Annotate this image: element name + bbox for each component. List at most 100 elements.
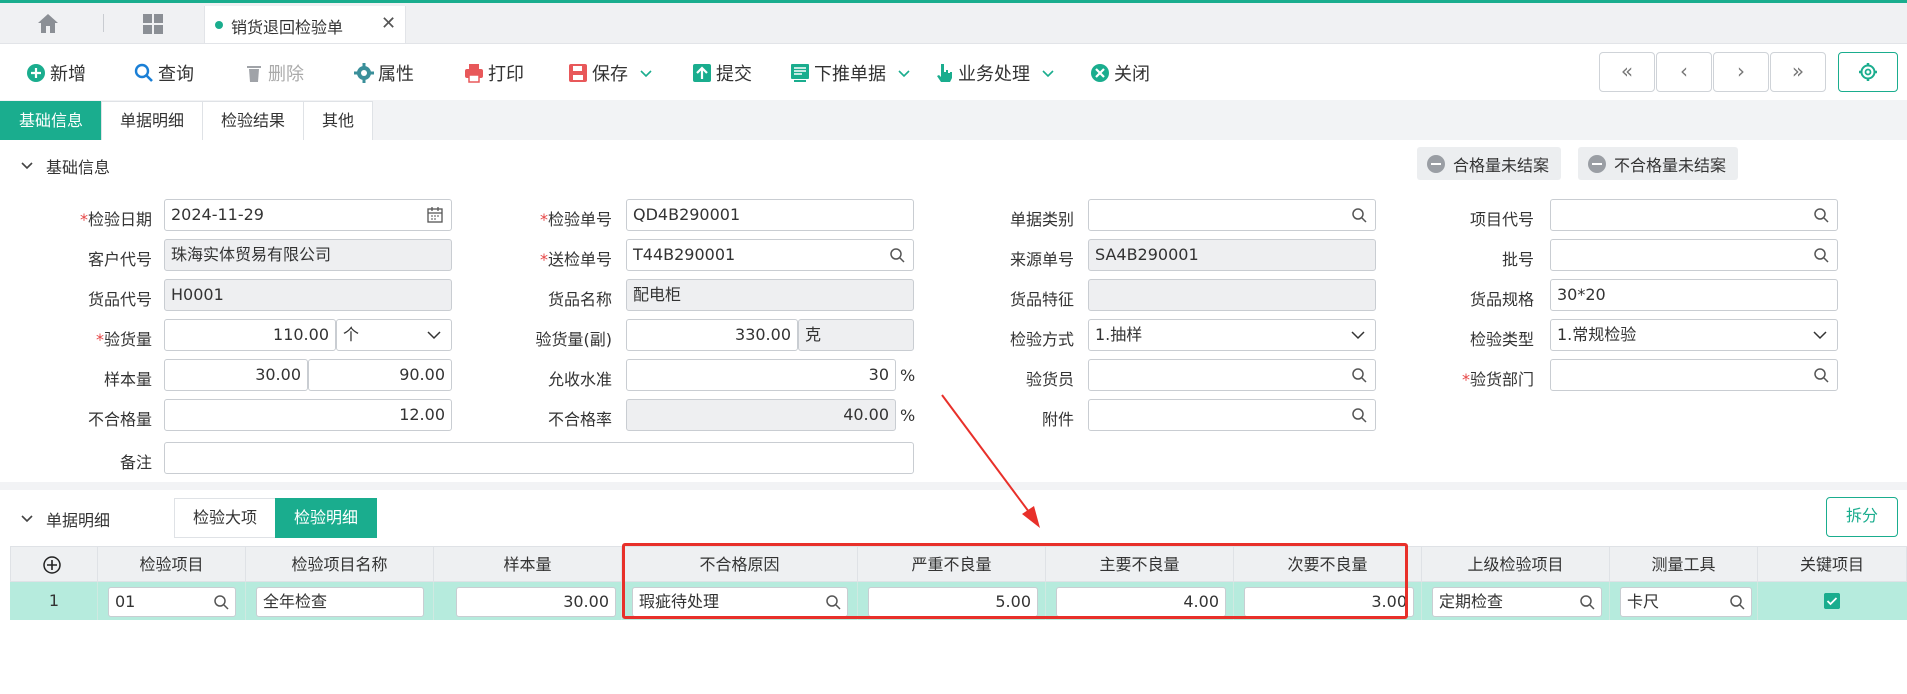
unqualified-qty-label: 不合格量: [87, 410, 152, 429]
submit-button[interactable]: 提交: [692, 60, 752, 86]
split-button[interactable]: 拆分: [1826, 497, 1898, 537]
column-header[interactable]: 上级检验项目: [1422, 546, 1610, 582]
send-no-field[interactable]: T44B290001: [626, 239, 914, 271]
first-record-button[interactable]: «: [1599, 52, 1655, 92]
search-icon[interactable]: [213, 594, 229, 610]
search-icon[interactable]: [889, 247, 905, 263]
doc-type-label: 单据类别: [1009, 210, 1074, 229]
new-button[interactable]: 新增: [26, 60, 86, 86]
search-icon[interactable]: [1351, 407, 1367, 423]
goods-code-field[interactable]: H0001: [164, 279, 452, 311]
search-icon[interactable]: [1729, 594, 1745, 610]
source-no-field[interactable]: SA4B290001: [1088, 239, 1376, 271]
tab-inspect-major[interactable]: 检验大项: [174, 498, 277, 538]
badge-label: 不合格量未结案: [1614, 155, 1727, 175]
batch-no-field[interactable]: [1550, 239, 1838, 271]
parent-item-input[interactable]: 定期检查: [1432, 587, 1602, 617]
close-button[interactable]: 关闭: [1090, 60, 1150, 86]
search-icon[interactable]: [1351, 367, 1367, 383]
search-icon[interactable]: [1813, 207, 1829, 223]
remark-label: 备注: [119, 453, 152, 472]
inspect-qty-unit-select[interactable]: 个: [336, 319, 452, 351]
column-header[interactable]: 测量工具: [1610, 546, 1758, 582]
settings-button[interactable]: [1838, 52, 1898, 92]
sample-qty-field[interactable]: 30.00: [164, 359, 308, 391]
print-label: 打印: [488, 64, 524, 85]
attachment-field[interactable]: [1088, 399, 1376, 431]
minus-circle-icon: [1427, 154, 1445, 173]
inspect-no-field[interactable]: QD4B290001: [626, 199, 914, 231]
search-icon: [134, 63, 153, 82]
upload-icon: [693, 64, 711, 82]
print-button[interactable]: 打印: [464, 60, 524, 86]
column-header[interactable]: 检验项目: [98, 546, 246, 582]
section-title: 单据明细: [46, 511, 111, 530]
project-code-field[interactable]: [1550, 199, 1838, 231]
minus-circle-icon: [1588, 154, 1606, 173]
document-tab[interactable]: 销货退回检验单 ✕: [204, 6, 406, 43]
unqualified-rate-field[interactable]: 40.00: [626, 399, 896, 431]
column-header[interactable]: 关键项目: [1758, 546, 1907, 582]
query-button[interactable]: 查询: [134, 60, 194, 86]
search-icon[interactable]: [1351, 207, 1367, 223]
item-input[interactable]: 01: [108, 587, 236, 617]
search-icon[interactable]: [1813, 247, 1829, 263]
last-record-button[interactable]: »: [1770, 52, 1826, 92]
tab-inspect-detail[interactable]: 检验明细: [275, 498, 378, 538]
delete-button[interactable]: 删除: [244, 60, 304, 86]
tab-inspect-result[interactable]: 检验结果: [202, 101, 305, 141]
column-header[interactable]: 样本量: [434, 546, 622, 582]
goods-name-field[interactable]: 配电柜: [626, 279, 914, 311]
customer-code-field[interactable]: 珠海实体贸易有限公司: [164, 239, 452, 271]
tab-basic-info[interactable]: 基础信息: [0, 101, 103, 141]
search-icon[interactable]: [1813, 367, 1829, 383]
doc-type-field[interactable]: [1088, 199, 1376, 231]
goods-name-label: 货品名称: [547, 290, 612, 309]
tool-input[interactable]: 卡尺: [1620, 587, 1752, 617]
basic-info-header[interactable]: 基础信息: [20, 154, 110, 178]
sample-qty2-field[interactable]: 90.00: [308, 359, 452, 391]
apps-grid-icon[interactable]: [142, 13, 164, 35]
inspect-dept-label: *验货部门: [1461, 370, 1534, 389]
new-label: 新增: [50, 64, 86, 85]
detail-header[interactable]: 单据明细: [20, 507, 110, 531]
calendar-icon[interactable]: [427, 207, 443, 223]
goods-spec-field[interactable]: 30*20: [1550, 279, 1838, 311]
add-row-header[interactable]: [10, 546, 98, 582]
business-button[interactable]: 业务处理: [934, 60, 1054, 86]
search-icon[interactable]: [1579, 594, 1595, 610]
properties-button[interactable]: 属性: [354, 60, 414, 86]
inspect-qty-field[interactable]: 110.00: [164, 319, 336, 351]
inspect-type-select[interactable]: 1.常规检验: [1550, 319, 1838, 351]
prev-record-button[interactable]: ‹: [1656, 52, 1712, 92]
home-icon[interactable]: [36, 12, 60, 34]
sample-input[interactable]: 30.00: [456, 587, 616, 617]
accept-level-unit: %: [900, 366, 916, 385]
table-cell: 卡尺: [1610, 582, 1758, 620]
inspector-field[interactable]: [1088, 359, 1376, 391]
tab-other[interactable]: 其他: [303, 101, 374, 141]
tab-doc-detail[interactable]: 单据明细: [101, 101, 204, 141]
goods-feature-field[interactable]: [1088, 279, 1376, 311]
inspect-date-field[interactable]: 2024-11-29: [164, 199, 452, 231]
tab-divider: [103, 14, 104, 32]
unqualified-qty-field[interactable]: 12.00: [164, 399, 452, 431]
column-header[interactable]: 检验项目名称: [246, 546, 434, 582]
accept-level-field[interactable]: 30: [626, 359, 896, 391]
inspect-method-select[interactable]: 1.抽样: [1088, 319, 1376, 351]
unqualified-open-badge[interactable]: 不合格量未结案: [1578, 147, 1739, 180]
inspect-qty2-unit-field[interactable]: 克: [798, 319, 914, 351]
inspect-qty2-field[interactable]: 330.00: [626, 319, 798, 351]
inspect-dept-field[interactable]: [1550, 359, 1838, 391]
item-name-input[interactable]: 全年检查: [256, 587, 424, 617]
save-button[interactable]: 保存: [568, 60, 652, 86]
key-item-checkbox[interactable]: [1824, 593, 1840, 609]
remark-field[interactable]: [164, 442, 914, 474]
next-record-button[interactable]: ›: [1713, 52, 1769, 92]
push-down-button[interactable]: 下推单据: [790, 60, 910, 86]
qualified-open-badge[interactable]: 合格量未结案: [1417, 147, 1562, 180]
close-tab-icon[interactable]: ✕: [381, 13, 396, 34]
add-circle-icon[interactable]: [43, 556, 61, 574]
gear-icon: [354, 63, 374, 83]
chevron-down-icon: [1813, 331, 1827, 340]
